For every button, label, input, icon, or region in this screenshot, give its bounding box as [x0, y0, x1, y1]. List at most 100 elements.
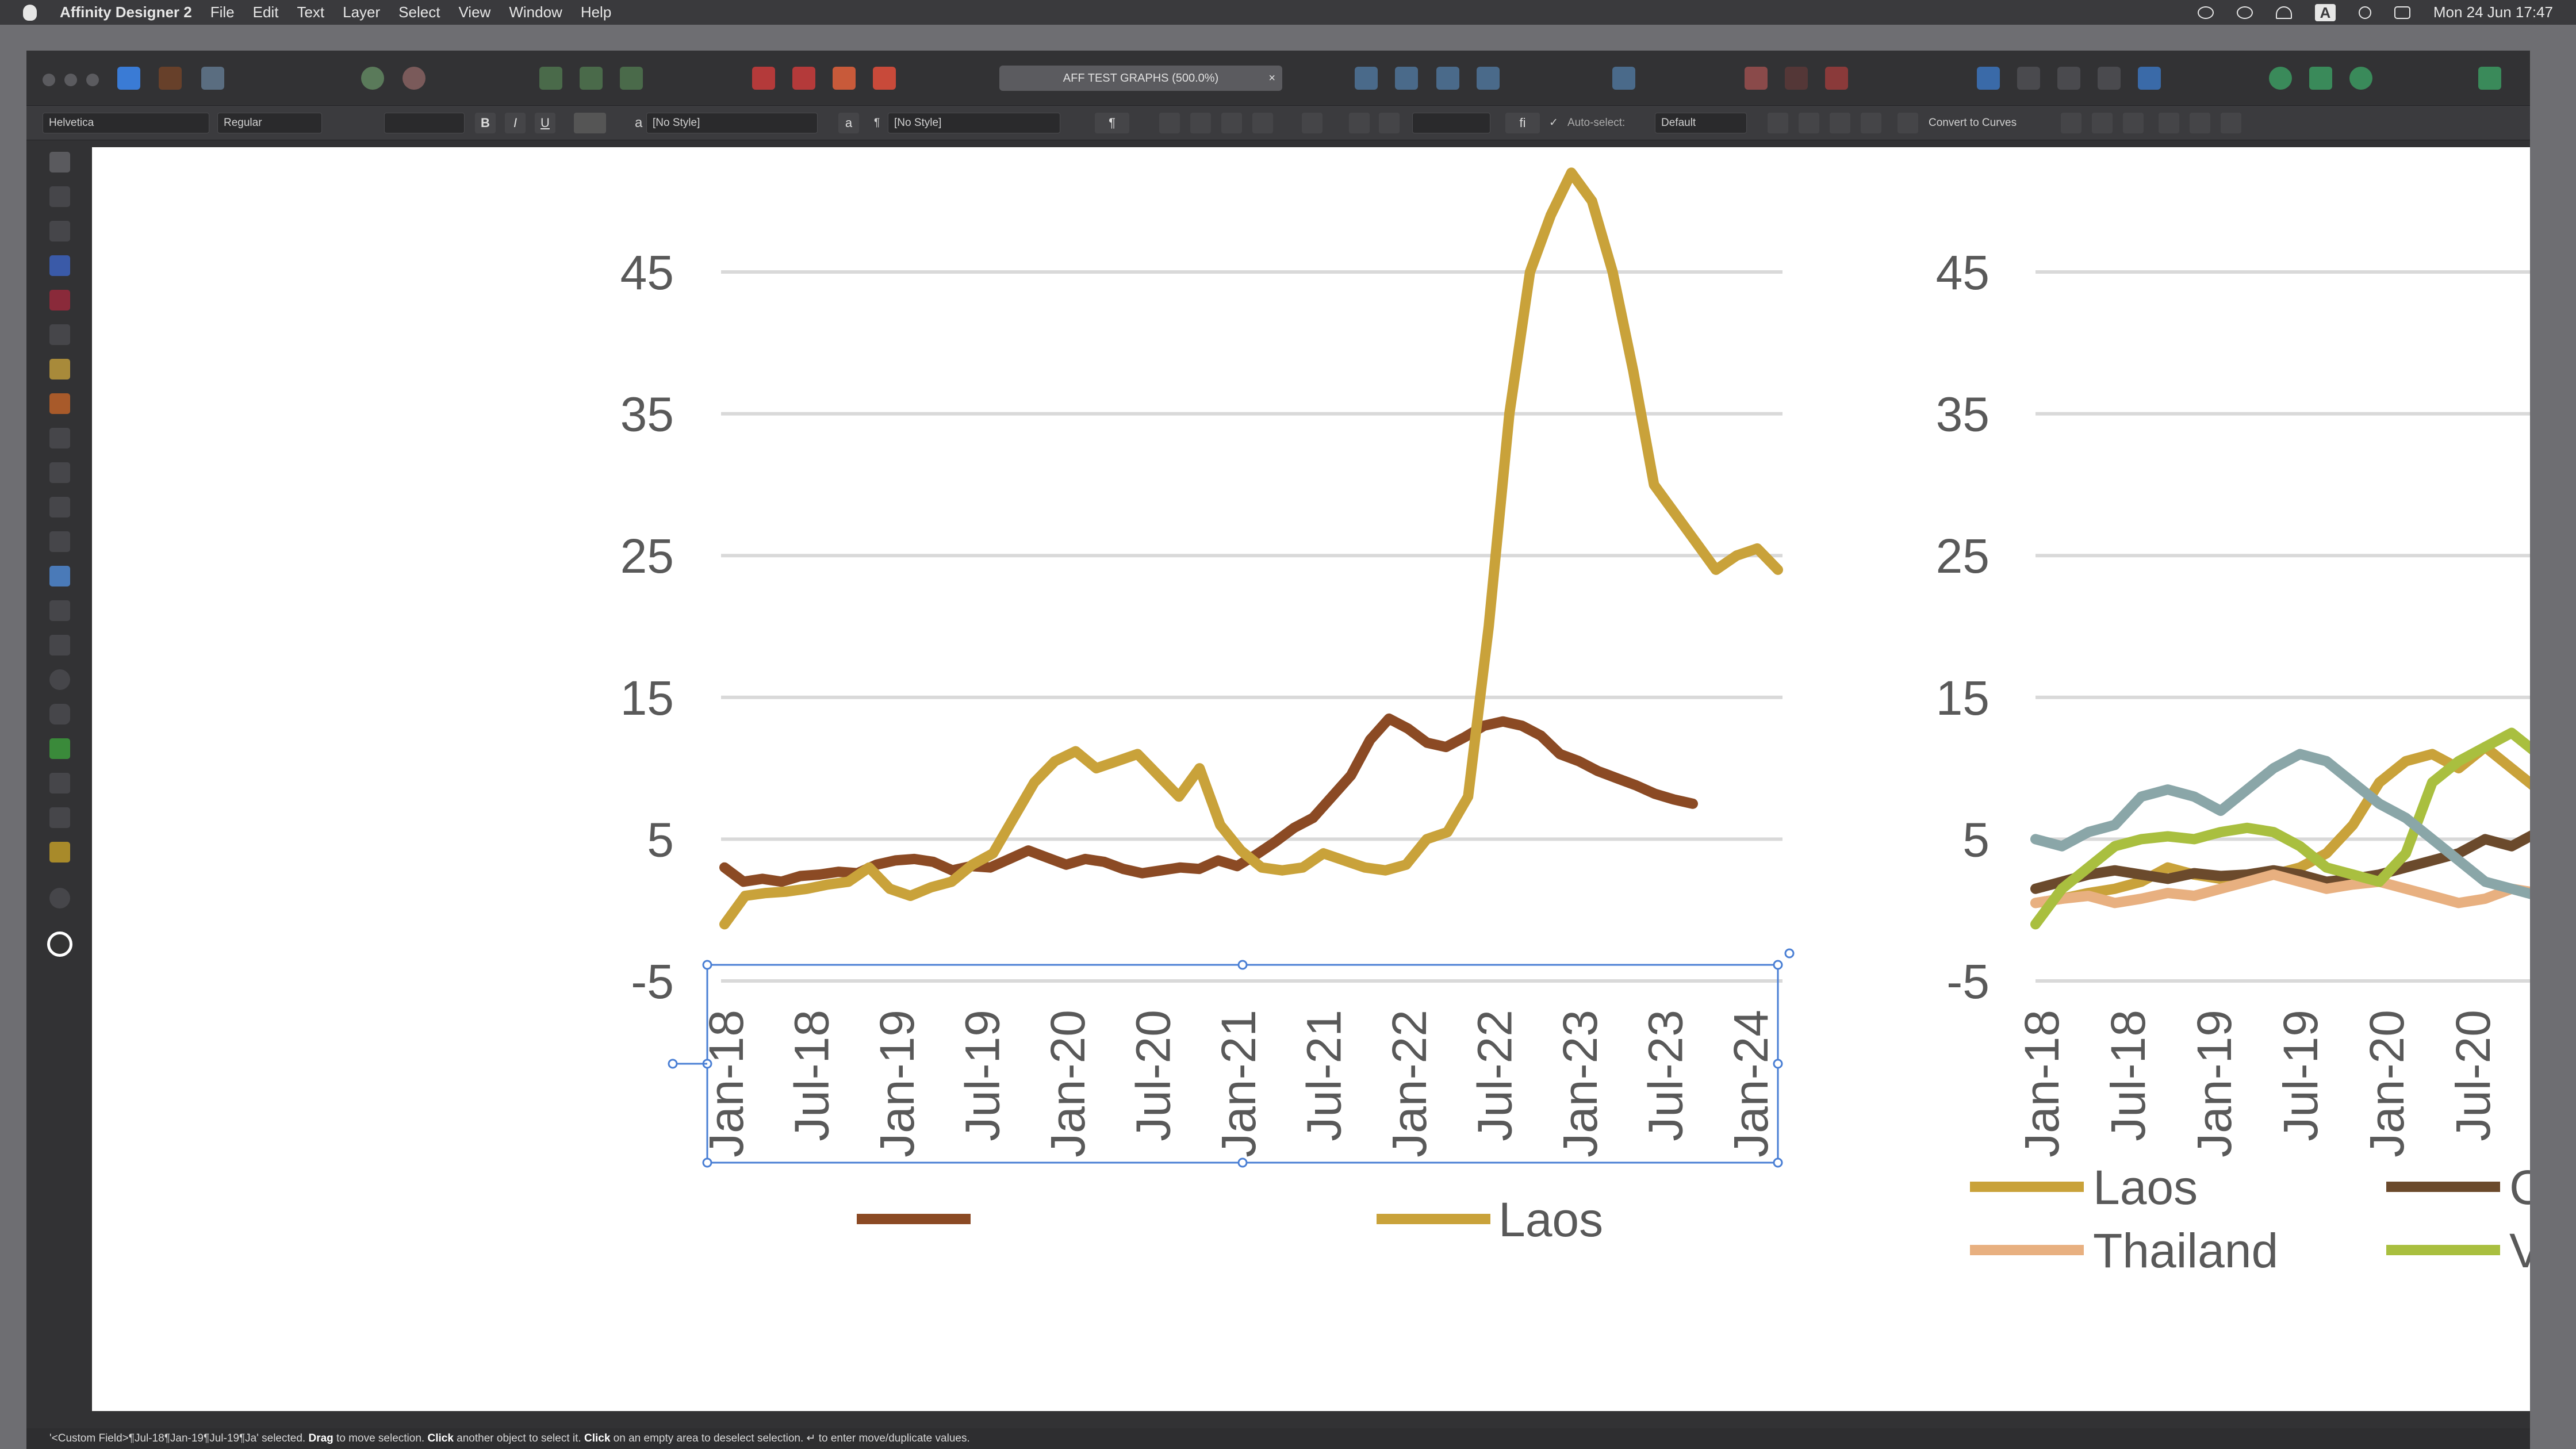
measure-tool-icon[interactable]	[49, 842, 70, 862]
menu-edit[interactable]: Edit	[253, 3, 279, 21]
ellipse-tool-icon[interactable]	[49, 669, 70, 690]
boolean-panel-icon[interactable]	[2309, 67, 2332, 90]
paragraph-button[interactable]: ¶	[1095, 113, 1129, 133]
rectangle-tool-icon[interactable]	[49, 635, 70, 656]
settings-icon[interactable]	[361, 67, 384, 90]
designer-persona-icon[interactable]	[117, 67, 140, 90]
align-bottom-objects-icon[interactable]	[2221, 113, 2241, 133]
align-right-objects-icon[interactable]	[2123, 113, 2144, 133]
align-middle-objects-icon[interactable]	[2190, 113, 2210, 133]
point-transform-tool-icon[interactable]	[49, 255, 70, 276]
account-icon[interactable]	[2478, 67, 2501, 90]
italic-button[interactable]: I	[505, 113, 526, 133]
zoom-tool-icon[interactable]	[49, 888, 70, 908]
distribute-icon[interactable]	[1830, 113, 1850, 133]
vector-brush-icon[interactable]	[1825, 67, 1848, 90]
transform-icon[interactable]	[1745, 67, 1768, 90]
gear-icon[interactable]	[402, 67, 425, 90]
convert-to-curves-icon[interactable]	[1897, 113, 1918, 133]
boolean-add-icon[interactable]	[752, 67, 775, 90]
boolean-subtract-icon[interactable]	[792, 67, 815, 90]
pencil-tool-icon[interactable]	[49, 359, 70, 379]
erase-tool-icon[interactable]	[49, 497, 70, 518]
bounding-box-icon[interactable]	[1799, 113, 1819, 133]
window-close-button[interactable]	[43, 74, 55, 86]
boolean-intersect-icon[interactable]	[833, 67, 856, 90]
rounded-rectangle-tool-icon[interactable]	[49, 704, 70, 724]
corner-tool-icon[interactable]	[49, 290, 70, 310]
place-image-tool-icon[interactable]	[49, 566, 70, 586]
align-center-button[interactable]	[1190, 113, 1211, 133]
menu-window[interactable]: Window	[509, 3, 562, 21]
menu-text[interactable]: Text	[297, 3, 324, 21]
character-style-a-button[interactable]: a	[838, 113, 859, 133]
menu-help[interactable]: Help	[581, 3, 611, 21]
transparency-tool-icon[interactable]	[49, 531, 70, 552]
menu-file[interactable]: File	[210, 3, 235, 21]
document-tab[interactable]: AFF TEST GRAPHS (500.0%) ×	[999, 66, 1282, 91]
wifi-icon[interactable]	[2275, 6, 2292, 19]
paint-brush-tool-icon[interactable]	[49, 462, 70, 483]
layer-ungroup-icon[interactable]	[2057, 67, 2080, 90]
assistant-icon[interactable]	[2269, 67, 2292, 90]
snap-option-3-icon[interactable]	[620, 67, 643, 90]
snap-option-1-icon[interactable]	[539, 67, 562, 90]
artboard-tool-icon[interactable]	[49, 186, 70, 207]
numbered-list-button[interactable]	[1379, 113, 1400, 133]
paragraph-style-select[interactable]: [No Style]	[888, 113, 1060, 133]
grid-icon[interactable]	[1861, 113, 1881, 133]
flip-vertical-icon[interactable]	[1395, 67, 1418, 90]
justify-button[interactable]	[1252, 113, 1273, 133]
shape-tool-icon[interactable]	[49, 738, 70, 759]
menu-layer[interactable]: Layer	[343, 3, 380, 21]
align-left-objects-icon[interactable]	[2061, 113, 2082, 133]
align-center-objects-icon[interactable]	[2092, 113, 2113, 133]
tracking-field[interactable]	[1412, 113, 1490, 133]
layer-group-icon[interactable]	[2017, 67, 2040, 90]
geometry-icon[interactable]	[1785, 67, 1808, 90]
keyboard-input-icon[interactable]: A	[2314, 3, 2336, 21]
transform-origin-icon[interactable]	[1768, 113, 1788, 133]
align-right-button[interactable]	[1221, 113, 1242, 133]
pixel-persona-icon[interactable]	[159, 67, 182, 90]
control-center-icon[interactable]	[2394, 6, 2410, 19]
bold-button[interactable]: B	[475, 113, 496, 133]
vector-brush-tool-icon[interactable]	[49, 393, 70, 414]
apple-menu-icon[interactable]	[23, 4, 37, 21]
boolean-xor-icon[interactable]	[873, 67, 896, 90]
text-tool-icon[interactable]	[49, 773, 70, 793]
node-tool-icon[interactable]	[49, 221, 70, 241]
document-canvas[interactable]: 45 35 25 15 5 -5 45 35 25 15 5 -5 Jan-18 Jul-18 Jan-…	[92, 147, 2530, 1411]
text-color-swatch[interactable]	[574, 113, 606, 133]
align-left-button[interactable]	[1159, 113, 1180, 133]
snap-option-2-icon[interactable]	[580, 67, 603, 90]
layer-mask-icon[interactable]	[2098, 67, 2121, 90]
color-panel-icon[interactable]	[2349, 67, 2372, 90]
font-style-select[interactable]: Regular	[217, 113, 322, 133]
play-status-icon[interactable]	[2236, 6, 2253, 19]
window-zoom-button[interactable]	[86, 74, 99, 86]
align-top-objects-icon[interactable]	[2159, 113, 2179, 133]
crop-tool-icon[interactable]	[49, 600, 70, 621]
menu-select[interactable]: Select	[398, 3, 440, 21]
character-style-select[interactable]: [No Style]	[646, 113, 818, 133]
close-tab-icon[interactable]: ×	[1268, 72, 1275, 85]
convert-to-curves-button[interactable]: Convert to Curves	[1929, 113, 2017, 133]
arrange-front-icon[interactable]	[1477, 67, 1500, 90]
color-picker-tool-icon[interactable]	[49, 807, 70, 828]
autoselect-checkbox[interactable]: ✓	[1549, 113, 1561, 133]
ligature-button[interactable]: fi	[1505, 113, 1540, 133]
flip-horizontal-icon[interactable]	[1355, 67, 1378, 90]
underline-button[interactable]: U	[535, 113, 555, 133]
arrange-back-icon[interactable]	[1436, 67, 1459, 90]
pen-tool-icon[interactable]	[49, 324, 70, 345]
export-persona-icon[interactable]	[201, 67, 224, 90]
spotlight-search-icon[interactable]	[2358, 6, 2371, 19]
menu-view[interactable]: View	[458, 3, 490, 21]
menubar-clock[interactable]: Mon 24 Jun 17:47	[2433, 3, 2553, 21]
layer-adjust-icon[interactable]	[2138, 67, 2161, 90]
creative-cloud-icon[interactable]	[2197, 6, 2214, 19]
vertical-align-button[interactable]	[1302, 113, 1322, 133]
app-name-menu[interactable]: Affinity Designer 2	[60, 3, 192, 21]
layer-insert-icon[interactable]	[1977, 67, 2000, 90]
